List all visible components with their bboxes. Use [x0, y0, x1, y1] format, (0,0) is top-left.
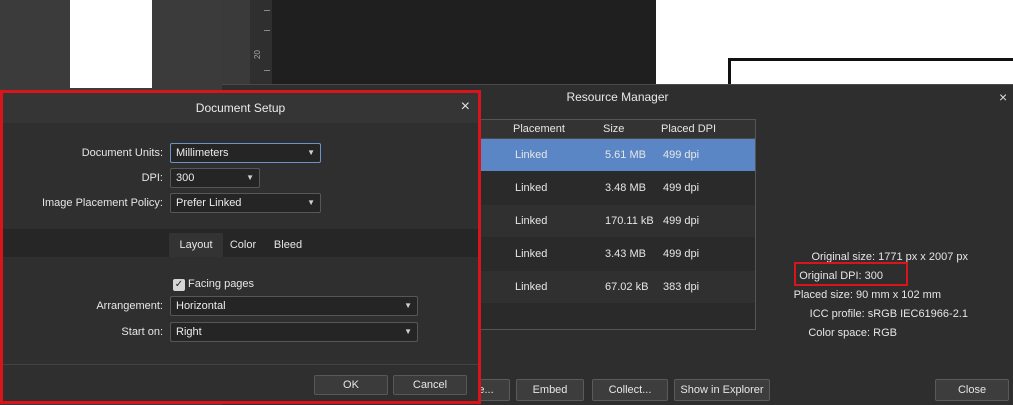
- cell-size: 5.61 MB: [605, 149, 646, 161]
- vertical-ruler: 20: [250, 0, 273, 90]
- dpi-value: 300: [176, 172, 195, 184]
- canvas-pasteboard: [272, 0, 656, 90]
- divider: [3, 364, 478, 365]
- cell-dpi: 499 dpi: [663, 248, 700, 260]
- table-row[interactable]: Linked 3.48 MB 499 dpi: [471, 172, 755, 204]
- cancel-button[interactable]: Cancel: [393, 375, 467, 395]
- close-icon[interactable]: ×: [999, 87, 1013, 107]
- show-in-explorer-button[interactable]: Show in Explorer: [674, 379, 770, 401]
- ruler-tick: [264, 70, 270, 71]
- close-icon[interactable]: ×: [461, 98, 470, 116]
- collect-button[interactable]: Collect...: [592, 379, 668, 401]
- image-placement-value: Prefer Linked: [176, 197, 242, 209]
- image-placement-label: Image Placement Policy:: [41, 197, 163, 209]
- page-thumbnail: [70, 0, 152, 88]
- dialog-titlebar: Document Setup ×: [3, 93, 478, 123]
- dialog-title: Document Setup: [195, 101, 286, 115]
- chevron-down-icon: ▼: [307, 148, 315, 157]
- tab-layout[interactable]: Layout: [169, 233, 223, 257]
- arrangement-label: Arrangement:: [96, 300, 163, 312]
- cell-size: 170.11 kB: [605, 215, 654, 227]
- start-on-select[interactable]: Right ▼: [170, 322, 418, 342]
- chevron-down-icon: ▼: [404, 327, 412, 336]
- cell-placement: Linked: [515, 248, 548, 260]
- chevron-down-icon: ▼: [307, 198, 315, 207]
- document-units-label: Document Units:: [81, 147, 163, 159]
- cell-size: 3.43 MB: [605, 248, 646, 260]
- column-header-size[interactable]: Size: [603, 123, 624, 135]
- cell-placement: Linked: [515, 149, 548, 161]
- column-header-placement[interactable]: Placement: [513, 123, 565, 135]
- page-shape-edge: [728, 58, 1013, 61]
- table-row[interactable]: Linked 67.02 kB 383 dpi: [471, 271, 755, 303]
- start-on-value: Right: [176, 326, 202, 338]
- chevron-down-icon: ▼: [404, 301, 412, 310]
- cell-size: 3.48 MB: [605, 182, 646, 194]
- close-button[interactable]: Close: [935, 379, 1009, 401]
- ruler-label: 20: [252, 50, 262, 59]
- document-setup-dialog: Document Setup × Document Units: Millime…: [0, 90, 481, 404]
- resource-table: Placement Size Placed DPI Linked 5.61 MB…: [461, 119, 756, 330]
- info-placed-size: Placed size: 90 mm x 102 mm: [793, 289, 941, 301]
- table-row[interactable]: Linked 3.43 MB 499 dpi: [471, 238, 755, 270]
- ruler-tick: [264, 10, 270, 11]
- start-on-label: Start on:: [121, 326, 163, 338]
- tab-bar: Layout Color Bleed: [3, 229, 478, 257]
- cell-dpi: 499 dpi: [663, 149, 700, 161]
- table-row[interactable]: r B Linked 170.11 kB 499 dpi: [461, 205, 755, 237]
- table-row[interactable]: Linked 5.61 MB 499 dpi: [471, 139, 755, 171]
- cell-dpi: 499 dpi: [663, 215, 700, 227]
- ruler-tick: [264, 30, 270, 31]
- page-shape-edge: [728, 58, 731, 86]
- cell-size: 67.02 kB: [605, 281, 649, 293]
- info-color-space: Color space: RGB: [808, 327, 897, 339]
- tab-bleed[interactable]: Bleed: [265, 233, 311, 257]
- image-placement-select[interactable]: Prefer Linked ▼: [170, 193, 321, 213]
- tab-color[interactable]: Color: [223, 233, 263, 257]
- cell-placement: Linked: [515, 281, 548, 293]
- document-units-select[interactable]: Millimeters ▼: [170, 143, 321, 163]
- ok-button[interactable]: OK: [314, 375, 388, 395]
- embed-button[interactable]: Embed: [516, 379, 584, 401]
- cell-placement: Linked: [515, 215, 548, 227]
- document-units-value: Millimeters: [176, 147, 229, 159]
- facing-pages-label: Facing pages: [188, 278, 255, 290]
- dpi-label: DPI:: [141, 172, 163, 184]
- table-header: Placement Size Placed DPI: [471, 120, 755, 139]
- canvas-page: [656, 0, 1013, 84]
- original-dpi-highlight: [794, 262, 908, 286]
- chevron-down-icon: ▼: [246, 173, 254, 182]
- column-header-placed-dpi[interactable]: Placed DPI: [661, 123, 716, 135]
- arrangement-select[interactable]: Horizontal ▼: [170, 296, 418, 316]
- info-icc-profile: ICC profile: sRGB IEC61966-2.1: [809, 308, 968, 320]
- cell-dpi: 383 dpi: [663, 281, 700, 293]
- dpi-combobox[interactable]: 300 ▼: [170, 168, 260, 188]
- arrangement-value: Horizontal: [176, 300, 226, 312]
- cell-dpi: 499 dpi: [663, 182, 700, 194]
- facing-pages-checkbox[interactable]: ✓: [173, 279, 185, 291]
- cell-placement: Linked: [515, 182, 548, 194]
